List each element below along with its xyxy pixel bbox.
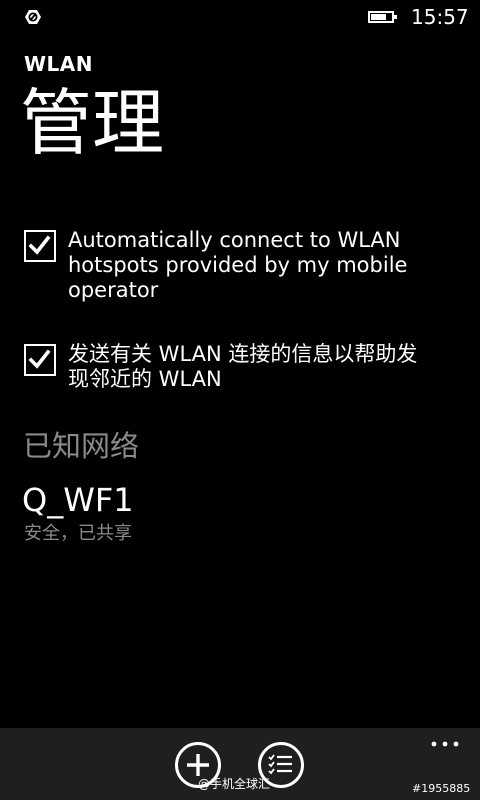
send-info-label[interactable]: 发送有关 WLAN 连接的信息以帮助发现邻近的 WLAN	[68, 342, 438, 392]
data-sense-icon	[24, 8, 42, 26]
watermark-id: #1955885	[412, 782, 471, 795]
page-title: 管理	[20, 81, 165, 165]
checkmark-icon	[28, 349, 51, 369]
status-clock: 15:57	[411, 5, 469, 29]
send-info-checkbox[interactable]	[24, 344, 56, 376]
known-networks-heading: 已知网络	[23, 429, 140, 463]
watermark-brand: @手机全球汇	[198, 777, 271, 791]
app-title: WLAN	[24, 52, 94, 76]
checkmark-icon	[28, 235, 51, 255]
network-status: 安全，已共享	[24, 523, 132, 544]
battery-icon	[368, 11, 397, 23]
auto-connect-checkbox[interactable]	[24, 230, 56, 262]
network-name[interactable]: Q_WF1	[22, 480, 134, 520]
screen: 15:57 WLAN 管理 Automatically connect to W…	[0, 0, 480, 800]
more-icon[interactable]	[430, 740, 460, 748]
auto-connect-label[interactable]: Automatically connect to WLAN hotspots p…	[68, 228, 438, 303]
